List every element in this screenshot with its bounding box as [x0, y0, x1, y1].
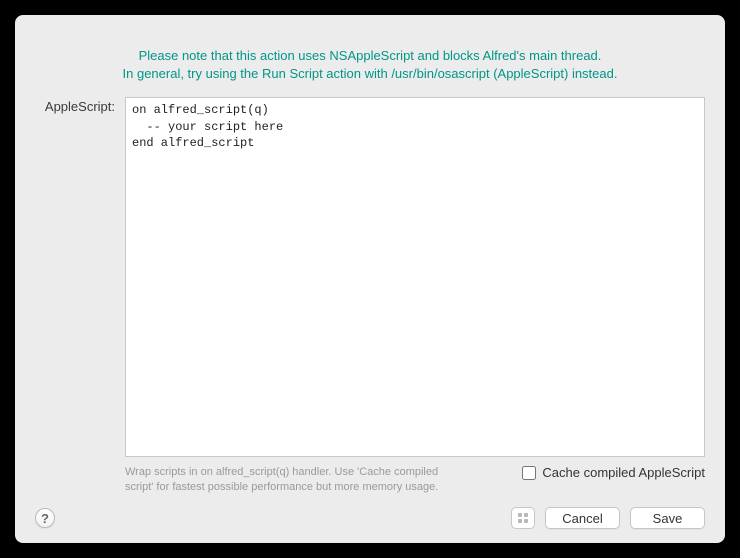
hint-row: Wrap scripts in on alfred_script(q) hand…	[35, 465, 705, 495]
dialog-window: Please note that this action uses NSAppl…	[15, 15, 725, 543]
applescript-editor[interactable]	[125, 97, 705, 457]
grid-icon	[518, 513, 528, 523]
main-row: AppleScript:	[35, 97, 705, 457]
options-grid-button[interactable]	[511, 507, 535, 529]
applescript-label: AppleScript:	[35, 97, 115, 457]
button-row: ? Cancel Save	[35, 507, 705, 529]
hint-text: Wrap scripts in on alfred_script(q) hand…	[125, 465, 455, 495]
cache-checkbox[interactable]	[522, 466, 536, 480]
cancel-button[interactable]: Cancel	[545, 507, 620, 529]
notice-line-1: Please note that this action uses NSAppl…	[35, 47, 705, 65]
cache-checkbox-label: Cache compiled AppleScript	[542, 465, 705, 480]
cache-checkbox-container[interactable]: Cache compiled AppleScript	[522, 465, 705, 480]
help-button[interactable]: ?	[35, 508, 55, 528]
right-button-group: Cancel Save	[511, 507, 705, 529]
notice-line-2: In general, try using the Run Script act…	[35, 65, 705, 83]
save-button[interactable]: Save	[630, 507, 705, 529]
notice-text: Please note that this action uses NSAppl…	[35, 47, 705, 83]
